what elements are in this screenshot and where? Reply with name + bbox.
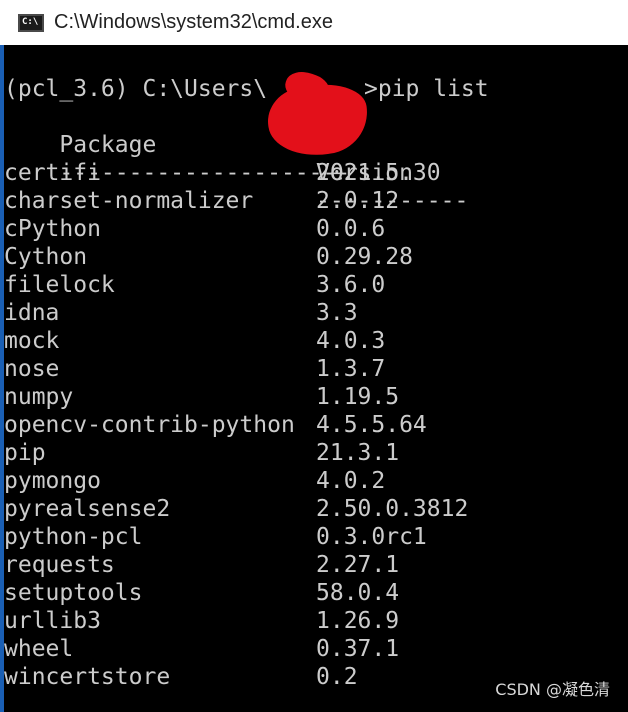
table-header: Package Version bbox=[4, 103, 413, 186]
package-version: 0.3.0rc1 bbox=[316, 524, 427, 550]
package-name: wheel bbox=[4, 636, 74, 662]
package-version: 3.6.0 bbox=[316, 272, 386, 298]
csdn-watermark: CSDN @凝色清 bbox=[495, 680, 610, 699]
table-row: charset-normalizer 2.0.12 bbox=[4, 187, 399, 215]
package-name: requests bbox=[4, 552, 115, 578]
package-name: setuptools bbox=[4, 580, 143, 606]
package-version: 0.37.1 bbox=[316, 636, 400, 662]
table-row: pyrealsense2 2.50.0.3812 bbox=[4, 495, 468, 523]
package-name: numpy bbox=[4, 384, 74, 410]
table-row: pymongo 4.0.2 bbox=[4, 467, 385, 495]
table-row: python-pcl 0.3.0rc1 bbox=[4, 523, 427, 551]
table-row: filelock 3.6.0 bbox=[4, 271, 385, 299]
window-titlebar[interactable]: C:\ C:\Windows\system32\cmd.exe bbox=[0, 0, 628, 45]
prompt-command: >pip list bbox=[364, 76, 489, 102]
package-name: charset-normalizer bbox=[4, 188, 254, 214]
table-row: wheel 0.37.1 bbox=[4, 635, 399, 663]
package-name: nose bbox=[4, 356, 60, 382]
package-name: Cython bbox=[4, 244, 88, 270]
package-name: cPython bbox=[4, 216, 101, 242]
table-row: certifi 2021.5.30 bbox=[4, 159, 441, 187]
package-version: 1.26.9 bbox=[316, 608, 400, 634]
table-row: pip 21.3.1 bbox=[4, 439, 399, 467]
table-row: requests 2.27.1 bbox=[4, 551, 399, 579]
command-prompt-line: (pcl_3.6) C:\Users\ >pip list bbox=[4, 75, 489, 103]
table-row: wincertstore 0.2 bbox=[4, 663, 358, 691]
table-row: cPython 0.0.6 bbox=[4, 215, 385, 243]
table-row: nose 1.3.7 bbox=[4, 355, 385, 383]
table-row: idna 3.3 bbox=[4, 299, 358, 327]
console-output[interactable]: (pcl_3.6) C:\Users\ >pip list Package Ver… bbox=[0, 45, 628, 712]
cmd-icon-text: C:\ bbox=[22, 16, 39, 27]
package-version: 2.50.0.3812 bbox=[316, 496, 469, 522]
package-name: pymongo bbox=[4, 468, 101, 494]
package-name: filelock bbox=[4, 272, 115, 298]
table-row: opencv-contrib-python 4.5.5.64 bbox=[4, 411, 427, 439]
cmd-app-icon: C:\ bbox=[18, 13, 44, 32]
package-name: opencv-contrib-python bbox=[4, 412, 295, 438]
table-row: setuptools 58.0.4 bbox=[4, 579, 399, 607]
package-name: idna bbox=[4, 300, 60, 326]
table-separator: --------------------- ----------- bbox=[4, 131, 468, 214]
package-version: 4.0.3 bbox=[316, 328, 386, 354]
table-row: numpy 1.19.5 bbox=[4, 383, 399, 411]
table-row: mock 4.0.3 bbox=[4, 327, 385, 355]
package-version: 2021.5.30 bbox=[316, 160, 441, 186]
package-version: 1.3.7 bbox=[316, 356, 386, 382]
package-version: 2.27.1 bbox=[316, 552, 400, 578]
package-name: pyrealsense2 bbox=[4, 496, 171, 522]
prompt-path: (pcl_3.6) C:\Users\ bbox=[4, 76, 268, 102]
package-version: 0.2 bbox=[316, 664, 358, 690]
package-name: mock bbox=[4, 328, 60, 354]
package-version: 2.0.12 bbox=[316, 188, 400, 214]
package-version: 3.3 bbox=[316, 300, 358, 326]
package-version: 4.5.5.64 bbox=[316, 412, 427, 438]
package-version: 0.0.6 bbox=[316, 216, 386, 242]
package-name: python-pcl bbox=[4, 524, 143, 550]
separator-package: --------------------- bbox=[59, 160, 351, 186]
package-version: 1.19.5 bbox=[316, 384, 400, 410]
package-name: pip bbox=[4, 440, 46, 466]
package-name: certifi bbox=[4, 160, 101, 186]
package-version: 21.3.1 bbox=[316, 440, 400, 466]
table-row: urllib3 1.26.9 bbox=[4, 607, 399, 635]
window-title: C:\Windows\system32\cmd.exe bbox=[54, 11, 333, 33]
package-name: wincertstore bbox=[4, 664, 171, 690]
table-row: Cython 0.29.28 bbox=[4, 243, 413, 271]
package-version: 4.0.2 bbox=[316, 468, 386, 494]
package-name: urllib3 bbox=[4, 608, 101, 634]
package-version: 58.0.4 bbox=[316, 580, 400, 606]
package-version: 0.29.28 bbox=[316, 244, 413, 270]
